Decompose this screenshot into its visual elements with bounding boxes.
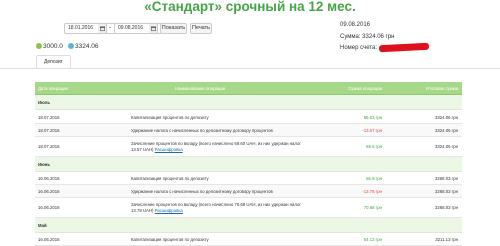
show-button[interactable]: Показать: [160, 23, 187, 34]
details-link[interactable]: Расшифровка: [155, 208, 183, 213]
date-range-separator: -: [109, 25, 111, 31]
header-name[interactable]: Наименование операции: [175, 86, 225, 91]
deposit-icon: [36, 43, 42, 49]
balance-icon: [68, 43, 74, 49]
table-row: 16.05.2016 Капитализация процентов по де…: [35, 233, 462, 246]
current-balance: 3324.06: [68, 43, 99, 51]
info-sum: Сумма: 3324.06 грн: [340, 34, 395, 40]
table-row: 18.07.2016 Зачисление процентов по вклад…: [35, 137, 462, 157]
calendar-icon: [151, 26, 156, 31]
table-row: 16.06.2016 Удержание налога с начисленны…: [35, 185, 462, 198]
table-row: 16.06.2016 Зачисление процентов по вклад…: [35, 198, 462, 218]
info-account: Номер счета:: [340, 42, 430, 53]
header-date[interactable]: Дата операции: [38, 86, 68, 91]
group-row-july: Июль: [35, 95, 462, 110]
tab-divider: [0, 68, 500, 69]
header-amount[interactable]: Сумма операции: [348, 86, 382, 91]
info-date: 09.08.2016: [340, 22, 371, 28]
date-to-calendar-button[interactable]: [149, 23, 158, 34]
table-row: 16.06.2016 Капитализация процентов по де…: [35, 172, 462, 185]
print-button[interactable]: Печать: [190, 23, 212, 34]
date-from-calendar-button[interactable]: [98, 23, 107, 34]
table-header: Дата операции Наименование операции Сумм…: [35, 82, 462, 95]
group-row-june: Июнь: [35, 157, 462, 172]
details-link[interactable]: Расшифровка: [155, 147, 183, 152]
initial-balance: 3000.0: [36, 43, 63, 51]
calendar-icon: [100, 26, 105, 31]
date-from-input[interactable]: 18.01.2016: [64, 23, 120, 34]
header-total[interactable]: Итоговая сумма: [426, 86, 458, 91]
redacted-account-number: [378, 42, 430, 53]
page-title: «Стандарт» срочный на 12 мес.: [144, 0, 356, 14]
account-label: Номер счета:: [340, 45, 378, 52]
tab-deposit[interactable]: Депозит: [36, 55, 71, 69]
operations-table: Дата операции Наименование операции Сумм…: [35, 82, 462, 246]
table-row: 18.07.2016 Удержание налога с начисленны…: [35, 124, 462, 137]
table-row: 18.07.2016 Капитализация процентов по де…: [35, 110, 462, 124]
group-row-may: Май: [35, 218, 462, 233]
